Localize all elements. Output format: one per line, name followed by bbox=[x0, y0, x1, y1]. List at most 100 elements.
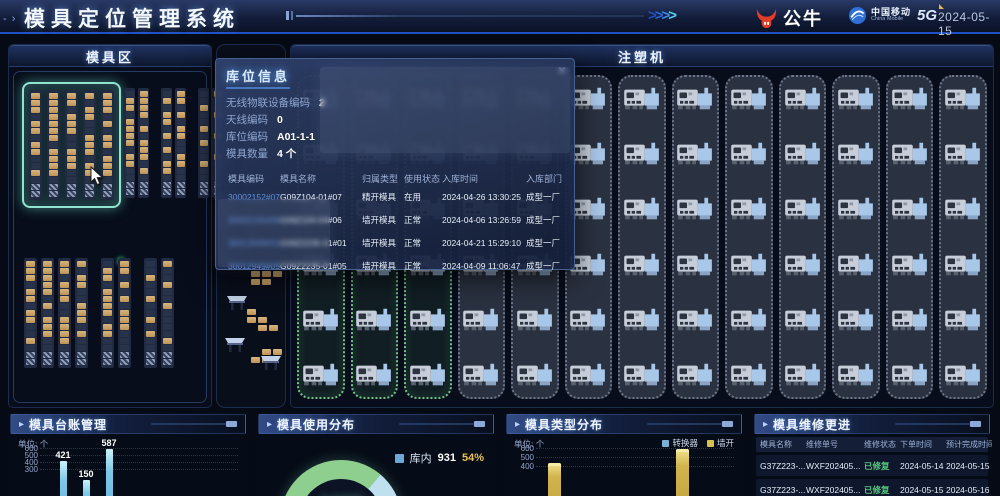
injection-machine-icon[interactable] bbox=[676, 84, 714, 114]
injection-machine-icon[interactable] bbox=[676, 305, 714, 335]
injection-machine-icon[interactable] bbox=[944, 194, 982, 224]
injection-machine-icon[interactable] bbox=[891, 360, 929, 390]
injection-machine-icon[interactable] bbox=[837, 84, 875, 114]
injection-machine-icon[interactable] bbox=[409, 360, 447, 390]
repair-table-row[interactable]: G37Z223-...WXF202405...已修复2024-05-142024… bbox=[756, 455, 988, 476]
injection-machine-icon[interactable] bbox=[944, 250, 982, 280]
rack-cell bbox=[140, 168, 148, 174]
injection-machine-icon[interactable] bbox=[837, 360, 875, 390]
injection-machine-icon[interactable] bbox=[891, 139, 929, 169]
injection-machine-icon[interactable] bbox=[944, 84, 982, 114]
injection-machine-icon[interactable] bbox=[569, 139, 607, 169]
injection-machine-icon[interactable] bbox=[730, 194, 768, 224]
injection-machine-icon[interactable] bbox=[784, 194, 822, 224]
rack-strip[interactable] bbox=[124, 88, 135, 198]
injection-machine-icon[interactable] bbox=[676, 194, 714, 224]
injection-machine-icon[interactable] bbox=[730, 250, 768, 280]
injection-machine-icon[interactable] bbox=[355, 360, 393, 390]
injection-machine-icon[interactable] bbox=[944, 360, 982, 390]
injection-machine-icon[interactable] bbox=[676, 250, 714, 280]
injection-machine-icon[interactable] bbox=[355, 305, 393, 335]
injection-machine-icon[interactable] bbox=[302, 360, 340, 390]
injection-machine-icon[interactable] bbox=[569, 194, 607, 224]
rack-strip[interactable] bbox=[41, 258, 54, 368]
injection-machine-icon[interactable] bbox=[462, 360, 500, 390]
repair-table-row[interactable]: G37Z223-...WXF202405...已修复2024-05-152024… bbox=[756, 479, 988, 496]
injection-machine-icon[interactable] bbox=[623, 305, 661, 335]
popup-table-header-cell: 入库部门 bbox=[526, 172, 566, 185]
machine-column[interactable] bbox=[672, 75, 720, 399]
rack-strip[interactable] bbox=[161, 88, 172, 198]
injection-machine-icon[interactable] bbox=[676, 360, 714, 390]
rack-cell bbox=[126, 112, 134, 118]
injection-machine-icon[interactable] bbox=[676, 139, 714, 169]
rack-cell bbox=[163, 98, 171, 104]
injection-machine-icon[interactable] bbox=[784, 84, 822, 114]
injection-machine-icon[interactable] bbox=[623, 139, 661, 169]
rack-cell bbox=[126, 175, 134, 181]
injection-machine-icon[interactable] bbox=[409, 305, 447, 335]
rack-strip[interactable] bbox=[58, 258, 71, 368]
rack-cell bbox=[43, 282, 52, 288]
machine-column[interactable] bbox=[886, 75, 934, 399]
injection-machine-icon[interactable] bbox=[784, 360, 822, 390]
injection-machine-icon[interactable] bbox=[569, 360, 607, 390]
injection-machine-icon[interactable] bbox=[891, 84, 929, 114]
rack-highlight-group[interactable] bbox=[22, 82, 121, 208]
injection-machine-icon[interactable] bbox=[891, 305, 929, 335]
machine-column[interactable] bbox=[618, 75, 666, 399]
rack-strip[interactable] bbox=[75, 258, 88, 368]
rack-strip[interactable] bbox=[175, 88, 186, 198]
rack-strip[interactable] bbox=[138, 88, 149, 198]
machine-column[interactable] bbox=[779, 75, 827, 399]
injection-machine-icon[interactable] bbox=[784, 305, 822, 335]
injection-machine-icon[interactable] bbox=[623, 250, 661, 280]
rack-strip[interactable] bbox=[161, 258, 174, 368]
rack-strip[interactable] bbox=[65, 90, 78, 200]
injection-machine-icon[interactable] bbox=[837, 305, 875, 335]
panel-slider[interactable] bbox=[895, 423, 981, 425]
injection-machine-icon[interactable] bbox=[516, 360, 554, 390]
injection-machine-icon[interactable] bbox=[623, 84, 661, 114]
rack-strip[interactable] bbox=[29, 90, 42, 200]
injection-machine-icon[interactable] bbox=[623, 194, 661, 224]
rack-cell bbox=[163, 317, 172, 323]
rack-strip[interactable] bbox=[118, 258, 131, 368]
popup-table-cell: 精开模具 bbox=[362, 191, 402, 203]
injection-machine-icon[interactable] bbox=[623, 360, 661, 390]
panel-slider[interactable] bbox=[399, 423, 485, 425]
rack-strip[interactable] bbox=[101, 258, 114, 368]
machine-column[interactable] bbox=[939, 75, 987, 399]
injection-machine-icon[interactable] bbox=[569, 250, 607, 280]
rack-cell bbox=[31, 128, 40, 134]
panel-slider[interactable] bbox=[647, 423, 733, 425]
injection-machine-icon[interactable] bbox=[837, 250, 875, 280]
rack-cell bbox=[126, 119, 134, 125]
injection-machine-icon[interactable] bbox=[891, 194, 929, 224]
injection-machine-icon[interactable] bbox=[837, 139, 875, 169]
injection-machine-icon[interactable] bbox=[569, 84, 607, 114]
injection-machine-icon[interactable] bbox=[516, 305, 554, 335]
injection-machine-icon[interactable] bbox=[569, 305, 607, 335]
injection-machine-icon[interactable] bbox=[730, 84, 768, 114]
rack-strip[interactable] bbox=[47, 90, 60, 200]
rack-strip[interactable] bbox=[198, 88, 209, 198]
injection-machine-icon[interactable] bbox=[944, 305, 982, 335]
rack-strip[interactable] bbox=[144, 258, 157, 368]
panel-slider[interactable] bbox=[151, 423, 237, 425]
injection-machine-icon[interactable] bbox=[730, 139, 768, 169]
injection-machine-icon[interactable] bbox=[302, 305, 340, 335]
mold-block bbox=[269, 309, 278, 315]
rack-strip[interactable] bbox=[24, 258, 37, 368]
injection-machine-icon[interactable] bbox=[462, 305, 500, 335]
rack-cell bbox=[163, 338, 172, 344]
injection-machine-icon[interactable] bbox=[891, 250, 929, 280]
injection-machine-icon[interactable] bbox=[784, 250, 822, 280]
injection-machine-icon[interactable] bbox=[730, 360, 768, 390]
injection-machine-icon[interactable] bbox=[837, 194, 875, 224]
machine-column[interactable] bbox=[725, 75, 773, 399]
injection-machine-icon[interactable] bbox=[944, 139, 982, 169]
injection-machine-icon[interactable] bbox=[784, 139, 822, 169]
machine-column[interactable] bbox=[832, 75, 880, 399]
injection-machine-icon[interactable] bbox=[730, 305, 768, 335]
